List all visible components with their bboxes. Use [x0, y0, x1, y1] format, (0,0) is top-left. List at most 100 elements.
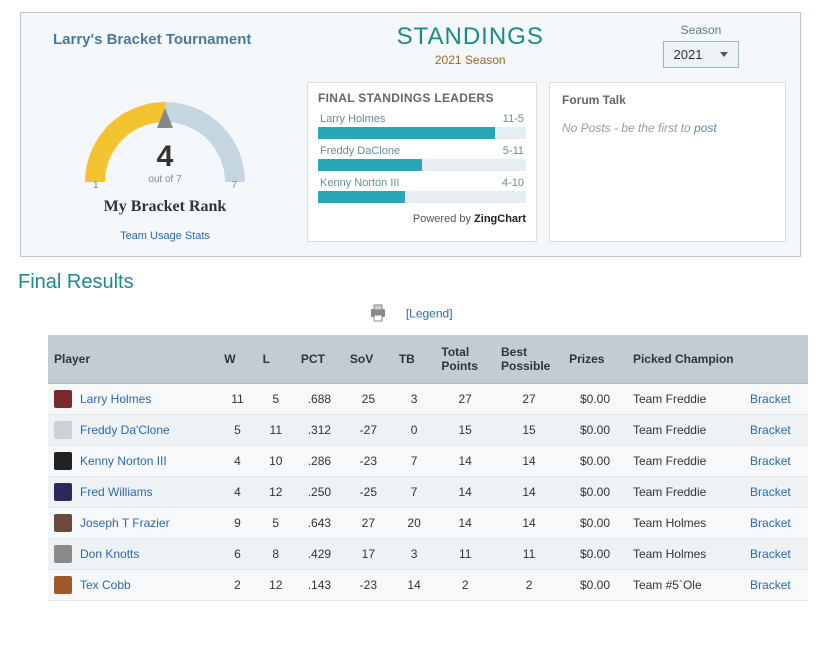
cell-l: 12	[257, 477, 295, 508]
print-icon[interactable]	[368, 304, 388, 325]
rank-outof: out of 7	[75, 174, 255, 185]
gauge-max: 7	[231, 180, 237, 191]
cell-w: 9	[218, 508, 256, 539]
cell-champion: Team Freddie	[627, 384, 744, 415]
season-picker: Season 2021	[616, 23, 786, 68]
season-label: Season	[616, 23, 786, 37]
cell-prize: $0.00	[563, 384, 627, 415]
leader-bar	[318, 191, 405, 203]
cell-total: 14	[435, 508, 495, 539]
legend-link[interactable]: [Legend]	[406, 307, 453, 321]
bracket-link[interactable]: Bracket	[750, 454, 791, 468]
player-link[interactable]: Freddy Da'Clone	[80, 423, 170, 437]
bracket-link[interactable]: Bracket	[750, 485, 791, 499]
forum-post-link[interactable]: post	[694, 121, 717, 135]
cell-w: 6	[218, 539, 256, 570]
cell-w: 2	[218, 570, 256, 601]
table-row: Freddy Da'Clone511.312-2701515$0.00Team …	[48, 415, 808, 446]
col-player[interactable]: Player	[48, 335, 218, 384]
cell-prize: $0.00	[563, 570, 627, 601]
cell-total: 15	[435, 415, 495, 446]
player-link[interactable]: Joseph T Frazier	[80, 516, 170, 530]
bracket-link[interactable]: Bracket	[750, 392, 791, 406]
col-w[interactable]: W	[218, 335, 256, 384]
cell-l: 10	[257, 446, 295, 477]
cell-champion: Team Holmes	[627, 508, 744, 539]
cell-l: 5	[257, 508, 295, 539]
leader-row[interactable]: Freddy DaClone5-11	[318, 145, 526, 171]
rank-label: My Bracket Rank	[35, 198, 295, 216]
col-best[interactable]: Best Possible	[495, 335, 563, 384]
col-total[interactable]: Total Points	[435, 335, 495, 384]
player-link[interactable]: Tex Cobb	[80, 578, 131, 592]
col-pct[interactable]: PCT	[295, 335, 344, 384]
cell-best: 14	[495, 508, 563, 539]
cell-pct: .429	[295, 539, 344, 570]
bracket-link[interactable]: Bracket	[750, 516, 791, 530]
player-link[interactable]: Kenny Norton III	[80, 454, 167, 468]
panels-row: 4 out of 7 1 7 My Bracket Rank Team Usag…	[35, 82, 786, 242]
leader-bar-bg	[318, 159, 526, 171]
team-usage-link[interactable]: Team Usage Stats	[35, 230, 295, 242]
player-link[interactable]: Larry Holmes	[80, 392, 151, 406]
cell-tb: 14	[393, 570, 436, 601]
tournament-name: Larry's Bracket Tournament	[35, 23, 325, 48]
cell-best: 15	[495, 415, 563, 446]
cell-sov: -23	[344, 446, 393, 477]
cell-pct: .312	[295, 415, 344, 446]
col-sov[interactable]: SoV	[344, 335, 393, 384]
leaders-title: FINAL STANDINGS LEADERS	[318, 91, 526, 105]
cell-pct: .143	[295, 570, 344, 601]
rank-value: 4	[75, 140, 255, 174]
cell-best: 27	[495, 384, 563, 415]
cell-champion: Team Freddie	[627, 477, 744, 508]
season-select[interactable]: 2021	[663, 41, 740, 68]
cell-tb: 3	[393, 384, 436, 415]
cell-w: 4	[218, 446, 256, 477]
cell-l: 5	[257, 384, 295, 415]
table-row: Larry Holmes115.6882532727$0.00Team Fred…	[48, 384, 808, 415]
cell-champion: Team Freddie	[627, 415, 744, 446]
leader-record: 4-10	[502, 177, 524, 189]
cell-tb: 20	[393, 508, 436, 539]
cell-prize: $0.00	[563, 477, 627, 508]
cell-w: 11	[218, 384, 256, 415]
leader-name: Kenny Norton III	[320, 177, 400, 189]
avatar	[54, 452, 72, 470]
leader-row[interactable]: Kenny Norton III 4-10	[318, 177, 526, 203]
cell-pct: .286	[295, 446, 344, 477]
results-table: Player W L PCT SoV TB Total Points Best …	[48, 335, 808, 601]
cell-pct: .688	[295, 384, 344, 415]
standings-heading-block: STANDINGS 2021 Season	[335, 23, 607, 67]
cell-total: 11	[435, 539, 495, 570]
bracket-link[interactable]: Bracket	[750, 423, 791, 437]
col-champion[interactable]: Picked Champion	[627, 335, 744, 384]
cell-prize: $0.00	[563, 508, 627, 539]
cell-pct: .250	[295, 477, 344, 508]
cell-w: 4	[218, 477, 256, 508]
cell-total: 2	[435, 570, 495, 601]
cell-tb: 7	[393, 477, 436, 508]
powered-by: Powered by ZingChart	[318, 209, 526, 227]
cell-prize: $0.00	[563, 415, 627, 446]
col-prizes[interactable]: Prizes	[563, 335, 627, 384]
col-l[interactable]: L	[257, 335, 295, 384]
chevron-down-icon	[720, 52, 728, 57]
leader-record: 5-11	[503, 145, 524, 157]
table-header-row: Player W L PCT SoV TB Total Points Best …	[48, 335, 808, 384]
cell-pct: .643	[295, 508, 344, 539]
cell-w: 5	[218, 415, 256, 446]
cell-total: 27	[435, 384, 495, 415]
player-link[interactable]: Don Knotts	[80, 547, 139, 561]
col-tb[interactable]: TB	[393, 335, 436, 384]
avatar	[54, 576, 72, 594]
rank-gauge: 4 out of 7 1 7	[75, 82, 255, 192]
avatar	[54, 483, 72, 501]
avatar	[54, 545, 72, 563]
player-link[interactable]: Fred Williams	[80, 485, 153, 499]
final-results-heading: Final Results	[18, 271, 821, 294]
bracket-link[interactable]: Bracket	[750, 547, 791, 561]
bracket-link[interactable]: Bracket	[750, 578, 791, 592]
rank-panel: 4 out of 7 1 7 My Bracket Rank Team Usag…	[35, 82, 295, 242]
leader-row[interactable]: Larry Holmes11-5	[318, 113, 526, 139]
